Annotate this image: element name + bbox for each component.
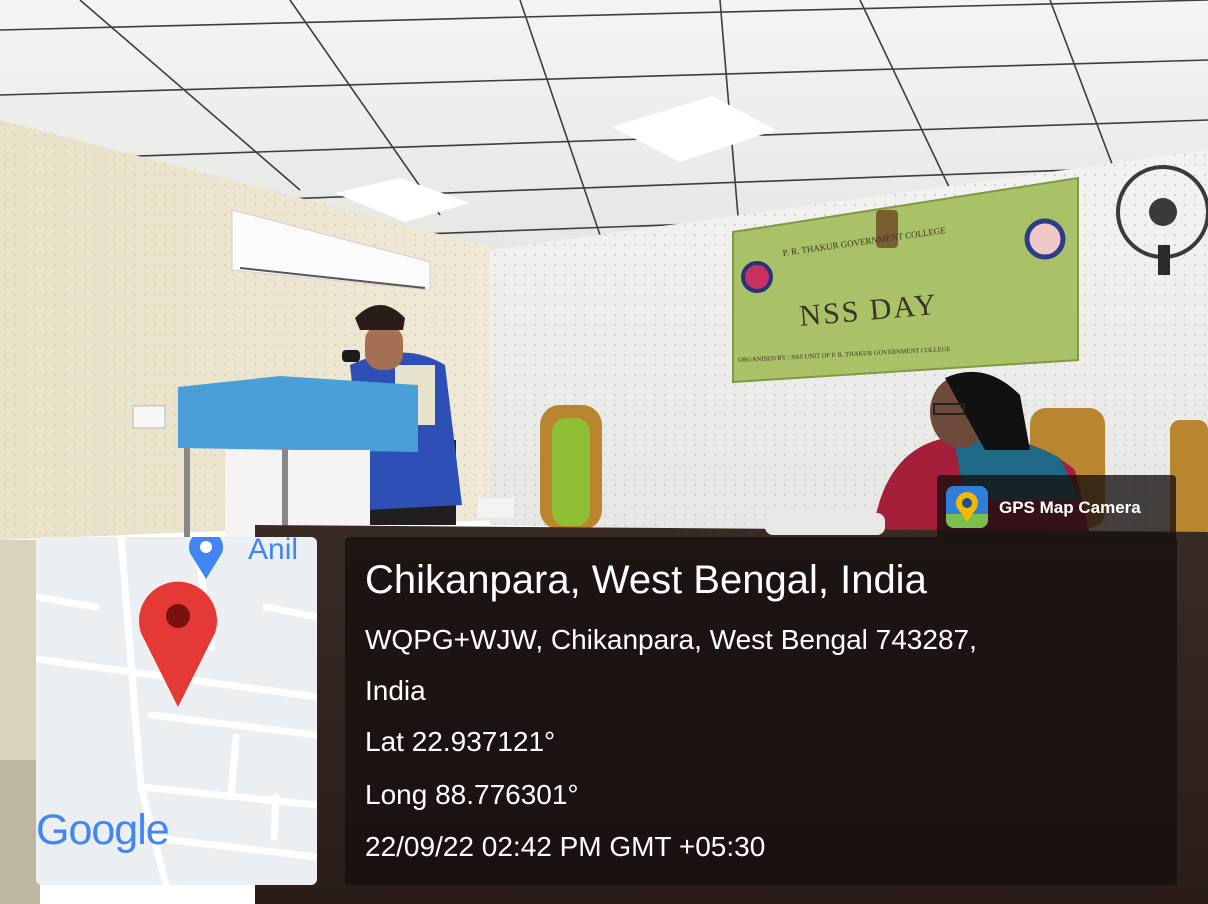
- google-logo-text: Google: [36, 806, 170, 854]
- longitude: Long 88.776301°: [365, 779, 579, 810]
- address-line-2: India: [365, 675, 426, 706]
- map-place-label: Anil: [248, 533, 299, 566]
- gps-map-camera-icon: [946, 486, 988, 528]
- address-line-1: WQPG+WJW, Chikanpara, West Bengal 743287…: [365, 624, 977, 655]
- google-logo: Google: [36, 806, 170, 855]
- paper-stack: [478, 498, 514, 518]
- podium: [178, 376, 418, 452]
- wall-switch: [132, 405, 166, 429]
- location-title: Chikanpara, West Bengal, India: [365, 558, 927, 602]
- gps-app-label: GPS Map Camera: [999, 498, 1141, 517]
- bag-on-table: [765, 513, 885, 535]
- latitude: Lat 22.937121°: [365, 726, 556, 757]
- photo-scene: Anil Google GPS Map Camera Chikanpara, W…: [0, 0, 1208, 904]
- timestamp: 22/09/22 02:42 PM GMT +05:30: [365, 831, 766, 862]
- map-pin-icon: [139, 581, 217, 707]
